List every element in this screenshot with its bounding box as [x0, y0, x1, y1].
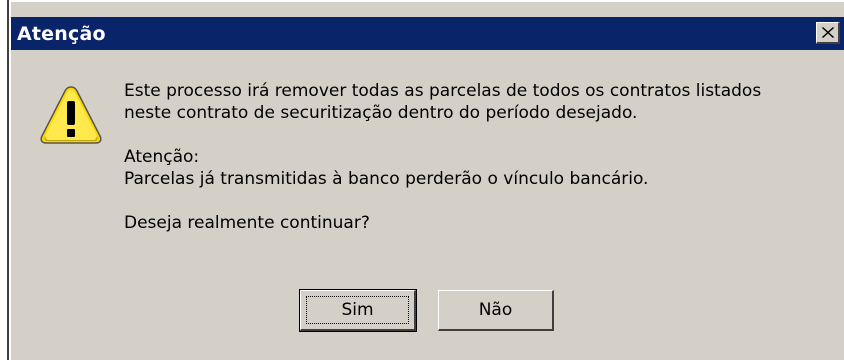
focus-rectangle: [306, 296, 409, 324]
background-window-edge: [0, 0, 9, 360]
message-line: neste contrato de securitização dentro d…: [124, 103, 638, 123]
dialog-title: Atenção: [17, 22, 106, 45]
attention-text: Parcelas já transmitidas à banco perderã…: [124, 169, 649, 189]
close-icon: [821, 27, 834, 38]
message-line: Este processo irá remover todas as parce…: [124, 81, 762, 101]
warning-icon: [40, 86, 102, 144]
message-area: Este processo irá remover todas as parce…: [124, 80, 834, 234]
no-button-label: Não: [478, 300, 513, 320]
no-button[interactable]: Não: [438, 290, 554, 331]
attention-label: Atenção:: [124, 147, 200, 167]
close-button[interactable]: [816, 22, 840, 44]
yes-button[interactable]: Sim: [299, 289, 417, 332]
title-bar[interactable]: Atenção: [11, 17, 844, 50]
confirm-question: Deseja realmente continuar?: [124, 213, 370, 233]
alert-dialog: Atenção Este processo irá remover todas …: [9, 0, 844, 360]
